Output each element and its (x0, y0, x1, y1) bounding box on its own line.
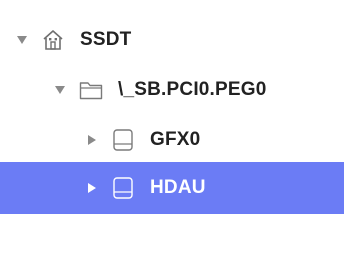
drive-icon (110, 175, 136, 201)
disclosure-collapsed-icon[interactable] (84, 180, 100, 196)
tree-label: SSDT (80, 29, 132, 50)
home-icon (40, 27, 66, 53)
tree-label: HDAU (150, 177, 206, 198)
tree-label: GFX0 (150, 129, 201, 150)
tree-label: \_SB.PCI0.PEG0 (118, 79, 267, 100)
tree-row-gfx0[interactable]: GFX0 (0, 114, 344, 166)
disclosure-expanded-icon[interactable] (14, 32, 30, 48)
drive-icon (110, 127, 136, 153)
tree-row-hdau[interactable]: HDAU (0, 162, 344, 214)
disclosure-collapsed-icon[interactable] (84, 132, 100, 148)
tree-row-pci-peg[interactable]: \_SB.PCI0.PEG0 (0, 64, 344, 116)
disclosure-expanded-icon[interactable] (52, 82, 68, 98)
outline-tree: SSDT \_SB.PCI0.PEG0 GFX0 HDAU (0, 0, 344, 262)
folder-icon (78, 77, 104, 103)
tree-row-ssdt[interactable]: SSDT (0, 14, 344, 66)
